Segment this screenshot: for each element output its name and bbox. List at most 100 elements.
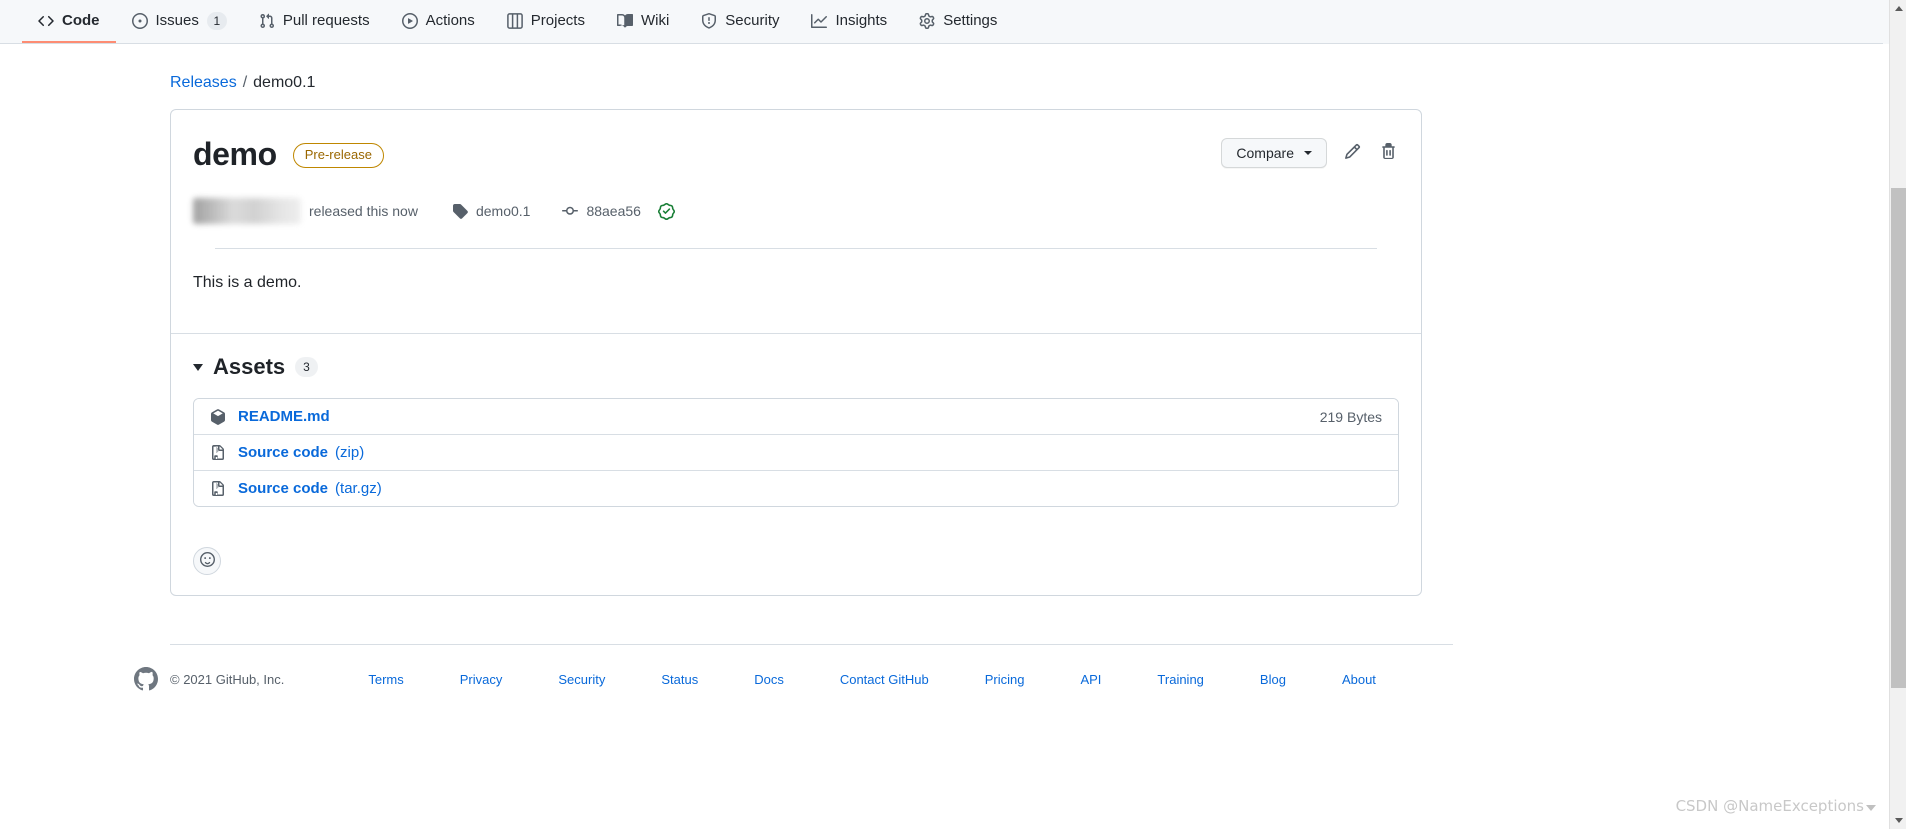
nav-edge-shade xyxy=(1883,0,1889,44)
release-commit[interactable]: 88aea56 xyxy=(562,202,675,220)
release-metadata: released this now demo0.1 88aea56 xyxy=(193,176,1399,224)
assets-list: README.md 219 Bytes Source code (zip) So… xyxy=(193,398,1399,507)
breadcrumb: Releases / demo0.1 xyxy=(170,44,1906,92)
assets-header[interactable]: Assets 3 xyxy=(193,354,1399,380)
nav-item-security[interactable]: Security xyxy=(685,0,795,43)
asset-format: (tar.gz) xyxy=(335,480,382,497)
release-tag[interactable]: demo0.1 xyxy=(452,203,530,219)
nav-item-wiki[interactable]: Wiki xyxy=(601,0,685,43)
breadcrumb-releases-link[interactable]: Releases xyxy=(170,74,237,92)
footer-link-security[interactable]: Security xyxy=(558,672,605,687)
assets-count-badge: 3 xyxy=(295,357,318,377)
breadcrumb-current: demo0.1 xyxy=(253,74,316,91)
nav-item-actions[interactable]: Actions xyxy=(386,0,491,43)
repo-nav: Code Issues 1 Pull requests Actions Proj… xyxy=(0,0,1906,44)
release-commit-sha: 88aea56 xyxy=(586,203,641,219)
release-body: This is a demo. xyxy=(193,274,302,291)
reaction-bar xyxy=(171,529,1421,595)
nav-item-projects[interactable]: Projects xyxy=(491,0,601,43)
release-divider xyxy=(215,248,1377,249)
author-avatar-redacted xyxy=(193,198,301,224)
compare-button-label: Compare xyxy=(1236,145,1294,161)
release-header: demo Pre-release Compare released this n… xyxy=(171,110,1421,249)
watermark: CSDN @NameExceptions xyxy=(1676,797,1876,815)
verified-check-icon xyxy=(657,202,675,220)
asset-name-link[interactable]: README.md xyxy=(238,408,330,425)
footer-link-training[interactable]: Training xyxy=(1157,672,1203,687)
nav-item-settings[interactable]: Settings xyxy=(903,0,1013,43)
pencil-icon xyxy=(1344,143,1361,163)
footer-link-docs[interactable]: Docs xyxy=(754,672,784,687)
nav-item-pull-requests[interactable]: Pull requests xyxy=(243,0,386,43)
triangle-down-icon xyxy=(1894,818,1903,823)
nav-item-label: Settings xyxy=(943,12,998,29)
browser-scrollbar[interactable] xyxy=(1889,0,1906,829)
breadcrumb-separator: / xyxy=(242,74,248,91)
compare-button[interactable]: Compare xyxy=(1221,138,1327,168)
release-actions: Compare xyxy=(1221,138,1399,168)
release-title: demo xyxy=(193,136,277,173)
footer-link-terms[interactable]: Terms xyxy=(368,672,403,687)
book-icon xyxy=(616,13,633,29)
scrollbar-up-arrow[interactable] xyxy=(1890,0,1906,17)
asset-name-link[interactable]: Source code xyxy=(238,480,328,497)
watermark-text: CSDN @NameExceptions xyxy=(1675,797,1864,815)
asset-size: 219 Bytes xyxy=(1319,408,1382,425)
asset-name-link[interactable]: Source code xyxy=(238,444,328,461)
footer-link-blog[interactable]: Blog xyxy=(1260,672,1286,687)
footer-link-about[interactable]: About xyxy=(1342,672,1376,687)
footer-link-contact-github[interactable]: Contact GitHub xyxy=(840,672,929,687)
smiley-icon xyxy=(199,552,215,570)
git-commit-icon xyxy=(562,203,579,219)
edit-release-button[interactable] xyxy=(1341,142,1363,164)
table-row[interactable]: README.md 219 Bytes xyxy=(194,399,1398,435)
issue-opened-icon xyxy=(131,12,148,29)
footer-link-status[interactable]: Status xyxy=(661,672,698,687)
trash-icon xyxy=(1380,143,1397,163)
page-body: Releases / demo0.1 demo Pre-release Comp… xyxy=(0,44,1906,691)
chevron-down-icon xyxy=(193,363,203,371)
github-mark-icon xyxy=(134,667,158,691)
released-text: released this now xyxy=(309,203,418,219)
delete-release-button[interactable] xyxy=(1377,142,1399,164)
footer-link-pricing[interactable]: Pricing xyxy=(985,672,1025,687)
code-icon xyxy=(38,13,54,29)
gear-icon xyxy=(919,12,935,29)
shield-icon xyxy=(701,12,717,29)
footer-link-privacy[interactable]: Privacy xyxy=(460,672,503,687)
project-icon xyxy=(506,12,523,29)
play-icon xyxy=(401,12,418,29)
tag-icon xyxy=(452,203,468,219)
asset-format: (zip) xyxy=(335,444,365,461)
table-row[interactable]: Source code (zip) xyxy=(194,435,1398,471)
scrollbar-down-arrow[interactable] xyxy=(1890,812,1906,829)
nav-item-label: Wiki xyxy=(640,12,670,29)
footer-copyright: © 2021 GitHub, Inc. xyxy=(170,671,285,687)
package-icon xyxy=(210,408,226,425)
table-row[interactable]: Source code (tar.gz) xyxy=(194,471,1398,506)
graph-icon xyxy=(811,13,828,29)
nav-item-insights[interactable]: Insights xyxy=(795,0,903,43)
nav-item-label: Pull requests xyxy=(282,12,370,29)
release-title-row: demo Pre-release xyxy=(193,134,1399,176)
caret-down-icon xyxy=(1866,805,1876,811)
release-tag-label: demo0.1 xyxy=(475,203,531,219)
nav-item-issues[interactable]: Issues 1 xyxy=(116,0,243,43)
nav-item-label: Insights xyxy=(835,12,888,29)
git-pull-request-icon xyxy=(259,13,275,29)
nav-item-label: Security xyxy=(725,12,780,29)
triangle-up-icon xyxy=(1894,6,1903,11)
footer-link-api[interactable]: API xyxy=(1080,672,1101,687)
chevron-down-icon xyxy=(1304,151,1312,155)
scrollbar-thumb[interactable] xyxy=(1891,188,1906,688)
assets-section: Assets 3 README.md 219 Bytes Source code… xyxy=(171,333,1421,529)
issues-counter: 1 xyxy=(206,11,227,30)
nav-item-label: Actions xyxy=(425,12,475,29)
add-reaction-button[interactable] xyxy=(193,547,221,575)
file-zip-icon xyxy=(210,444,226,461)
nav-item-code[interactable]: Code xyxy=(22,0,116,43)
prerelease-badge: Pre-release xyxy=(292,142,384,168)
assets-title: Assets xyxy=(213,354,286,379)
site-footer: © 2021 GitHub, Inc. Terms Privacy Securi… xyxy=(134,645,1906,691)
file-zip-icon xyxy=(210,480,226,497)
